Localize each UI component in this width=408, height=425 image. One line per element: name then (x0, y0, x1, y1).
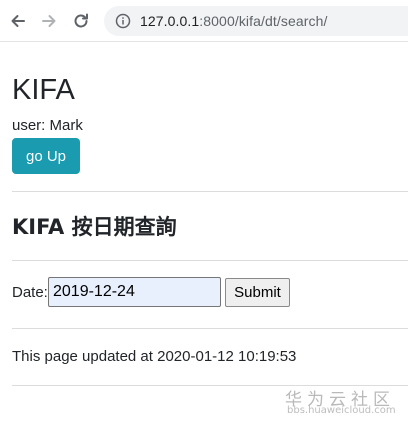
browser-toolbar: 127.0.0.1:8000/kifa/dt/search/ (0, 0, 408, 42)
forward-button[interactable] (36, 8, 62, 34)
info-icon[interactable] (115, 13, 131, 29)
divider (12, 260, 408, 261)
url-path: :8000/kifa/dt/search/ (199, 13, 328, 29)
date-label: Date: (12, 284, 48, 301)
arrow-left-icon (11, 15, 25, 27)
watermark-url: bbs.huaweicloud.com (287, 405, 396, 416)
date-input[interactable]: 2019-12-24 (48, 277, 221, 307)
back-button[interactable] (5, 8, 31, 34)
divider (12, 328, 408, 329)
updated-timestamp: This page updated at 2020-01-12 10:19:53 (12, 348, 297, 365)
submit-button[interactable]: Submit (225, 278, 290, 307)
page-title: KIFA (12, 74, 75, 106)
section-title: KIFA 按日期查詢 (12, 215, 177, 239)
user-info: user: Mark (12, 117, 83, 134)
reload-button[interactable] (68, 8, 94, 34)
go-up-button[interactable]: go Up (12, 138, 80, 174)
url-host: 127.0.0.1 (140, 13, 200, 29)
address-url[interactable]: 127.0.0.1:8000/kifa/dt/search/ (140, 13, 327, 29)
arrow-right-icon (42, 15, 56, 27)
reload-icon (74, 13, 88, 28)
address-bar[interactable]: 127.0.0.1:8000/kifa/dt/search/ (104, 6, 408, 36)
divider (12, 191, 408, 192)
